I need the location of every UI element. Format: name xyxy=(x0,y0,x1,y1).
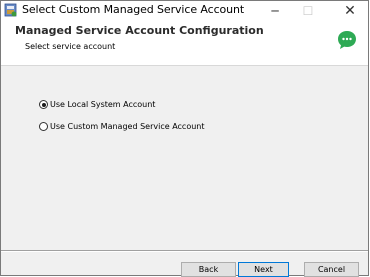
chat-bubble-icon xyxy=(338,31,356,49)
option-label: Use Custom Managed Service Account xyxy=(50,122,205,131)
radio-local-system[interactable] xyxy=(39,100,48,109)
installer-app-icon xyxy=(4,3,17,17)
option-local-system-account[interactable]: Use Local System Account xyxy=(39,100,155,109)
title-bar[interactable]: Select Custom Managed Service Account ─ … xyxy=(1,1,368,20)
installer-window: Select Custom Managed Service Account ─ … xyxy=(0,0,369,277)
header-banner: Managed Service Account Configuration Se… xyxy=(1,20,368,66)
page-title: Managed Service Account Configuration xyxy=(15,24,264,37)
maximize-button[interactable]: ☐ xyxy=(290,1,326,20)
radio-custom-managed[interactable] xyxy=(39,122,48,131)
page-subtitle: Select service account xyxy=(25,42,116,51)
footer-divider-highlight xyxy=(1,251,368,252)
cancel-button[interactable]: Cancel xyxy=(304,262,359,277)
close-button[interactable]: ✕ xyxy=(332,1,368,20)
window-title: Select Custom Managed Service Account xyxy=(22,3,245,16)
minimize-button[interactable]: ─ xyxy=(257,1,293,20)
back-button[interactable]: Back xyxy=(181,262,236,277)
content-area: Use Local System Account Use Custom Mana… xyxy=(1,66,368,250)
next-button[interactable]: Next xyxy=(238,262,289,277)
option-label: Use Local System Account xyxy=(50,100,156,109)
option-custom-managed-account[interactable]: Use Custom Managed Service Account xyxy=(39,122,205,131)
